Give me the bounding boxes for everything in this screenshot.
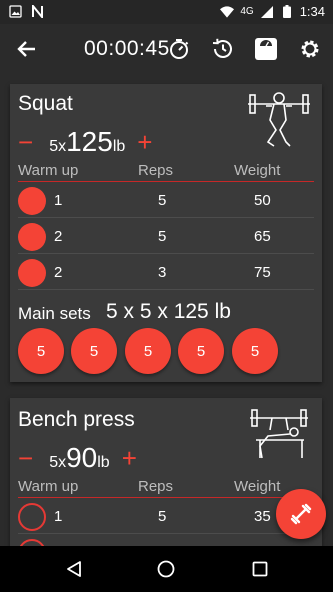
wifi-icon	[220, 5, 235, 19]
warmup-weight: 35	[254, 508, 271, 525]
system-nav-bar	[0, 546, 333, 592]
weight-column-header: Weight	[234, 162, 281, 179]
reps-column-header: Reps	[138, 478, 174, 495]
increase-weight-button[interactable]: +	[137, 129, 152, 155]
warmup-set-done-button[interactable]	[18, 223, 46, 251]
main-set-button[interactable]: 5	[232, 328, 278, 374]
warmup-column-header: Warm up	[18, 478, 79, 495]
weight-row: − 5x 125 lb +	[18, 126, 152, 158]
gear-icon[interactable]	[297, 36, 323, 62]
warmup-header: Warm up Reps Weight	[18, 160, 314, 182]
warmup-set-number: 2	[54, 228, 63, 245]
n-notification-icon	[30, 4, 44, 18]
warmup-set-number: 1	[54, 192, 63, 209]
main-set-button[interactable]: 5	[71, 328, 117, 374]
exercise-name: Bench press	[18, 408, 135, 431]
warmup-set-number: 2	[54, 264, 63, 281]
main-set-button[interactable]: 5	[125, 328, 171, 374]
warmup-row: 1 5 35	[18, 500, 314, 534]
weight-unit: lb	[97, 454, 110, 471]
exercise-card-bench-press: Bench press − 5x 90 lb + Warm up Reps We…	[10, 398, 322, 567]
battery-icon	[280, 5, 294, 19]
weight-value[interactable]: 125	[66, 126, 113, 158]
warmup-set-done-button[interactable]	[18, 503, 46, 531]
weight-column-header: Weight	[234, 478, 281, 495]
exercise-name: Squat	[18, 92, 73, 115]
weight-value[interactable]: 90	[66, 442, 97, 474]
dumbbell-icon	[290, 503, 312, 525]
stopwatch-icon[interactable]	[166, 36, 192, 62]
warmup-reps: 5	[158, 192, 167, 209]
increase-weight-button[interactable]: +	[122, 445, 137, 471]
warmup-set-number: 1	[54, 508, 63, 525]
back-nav-icon[interactable]	[62, 557, 86, 581]
warmup-set-done-button[interactable]	[18, 187, 46, 215]
scale-icon[interactable]	[253, 36, 279, 62]
history-icon[interactable]	[210, 36, 236, 62]
sets-multiplier: 5x	[49, 138, 67, 155]
home-nav-icon[interactable]	[154, 557, 178, 581]
main-sets-value: 5 x 5 x 125 lb	[106, 300, 231, 323]
bench-press-figure-icon	[246, 406, 312, 466]
signal-icon	[260, 5, 274, 19]
warmup-set-done-button[interactable]	[18, 259, 46, 287]
warmup-reps: 5	[158, 508, 167, 525]
main-set-button[interactable]: 5	[178, 328, 224, 374]
decrease-weight-button[interactable]: −	[18, 129, 33, 155]
decrease-weight-button[interactable]: −	[18, 445, 33, 471]
warmup-row: 2 5 65	[18, 220, 314, 254]
workout-timer: 00:00:45	[84, 37, 170, 60]
warmup-row: 1 5 50	[18, 184, 314, 218]
squat-figure-icon	[246, 90, 312, 150]
sets-multiplier: 5x	[49, 454, 67, 471]
app-bar: 00:00:45	[0, 24, 333, 76]
recents-nav-icon[interactable]	[248, 557, 272, 581]
status-bar: 4G 1:34	[0, 0, 333, 24]
warmup-row: 2 3 75	[18, 256, 314, 290]
plate-calculator-button[interactable]	[276, 489, 326, 539]
warmup-column-header: Warm up	[18, 162, 79, 179]
exercise-card-squat: Squat − 5x 125 lb + Warm up Reps Weight …	[10, 84, 322, 382]
warmup-weight: 50	[254, 192, 271, 209]
reps-column-header: Reps	[138, 162, 174, 179]
weight-row: − 5x 90 lb +	[18, 442, 137, 474]
warmup-weight: 75	[254, 264, 271, 281]
main-sets-label: Main sets	[18, 304, 91, 323]
main-set-button[interactable]: 5	[18, 328, 64, 374]
warmup-header: Warm up Reps Weight	[18, 476, 314, 498]
warmup-weight: 65	[254, 228, 271, 245]
photo-icon	[8, 4, 22, 18]
status-time: 1:34	[299, 4, 325, 19]
back-arrow-icon[interactable]	[14, 36, 40, 62]
network-type: 4G	[240, 6, 254, 17]
weight-unit: lb	[112, 138, 126, 155]
warmup-reps: 5	[158, 228, 167, 245]
warmup-reps: 3	[158, 264, 167, 281]
